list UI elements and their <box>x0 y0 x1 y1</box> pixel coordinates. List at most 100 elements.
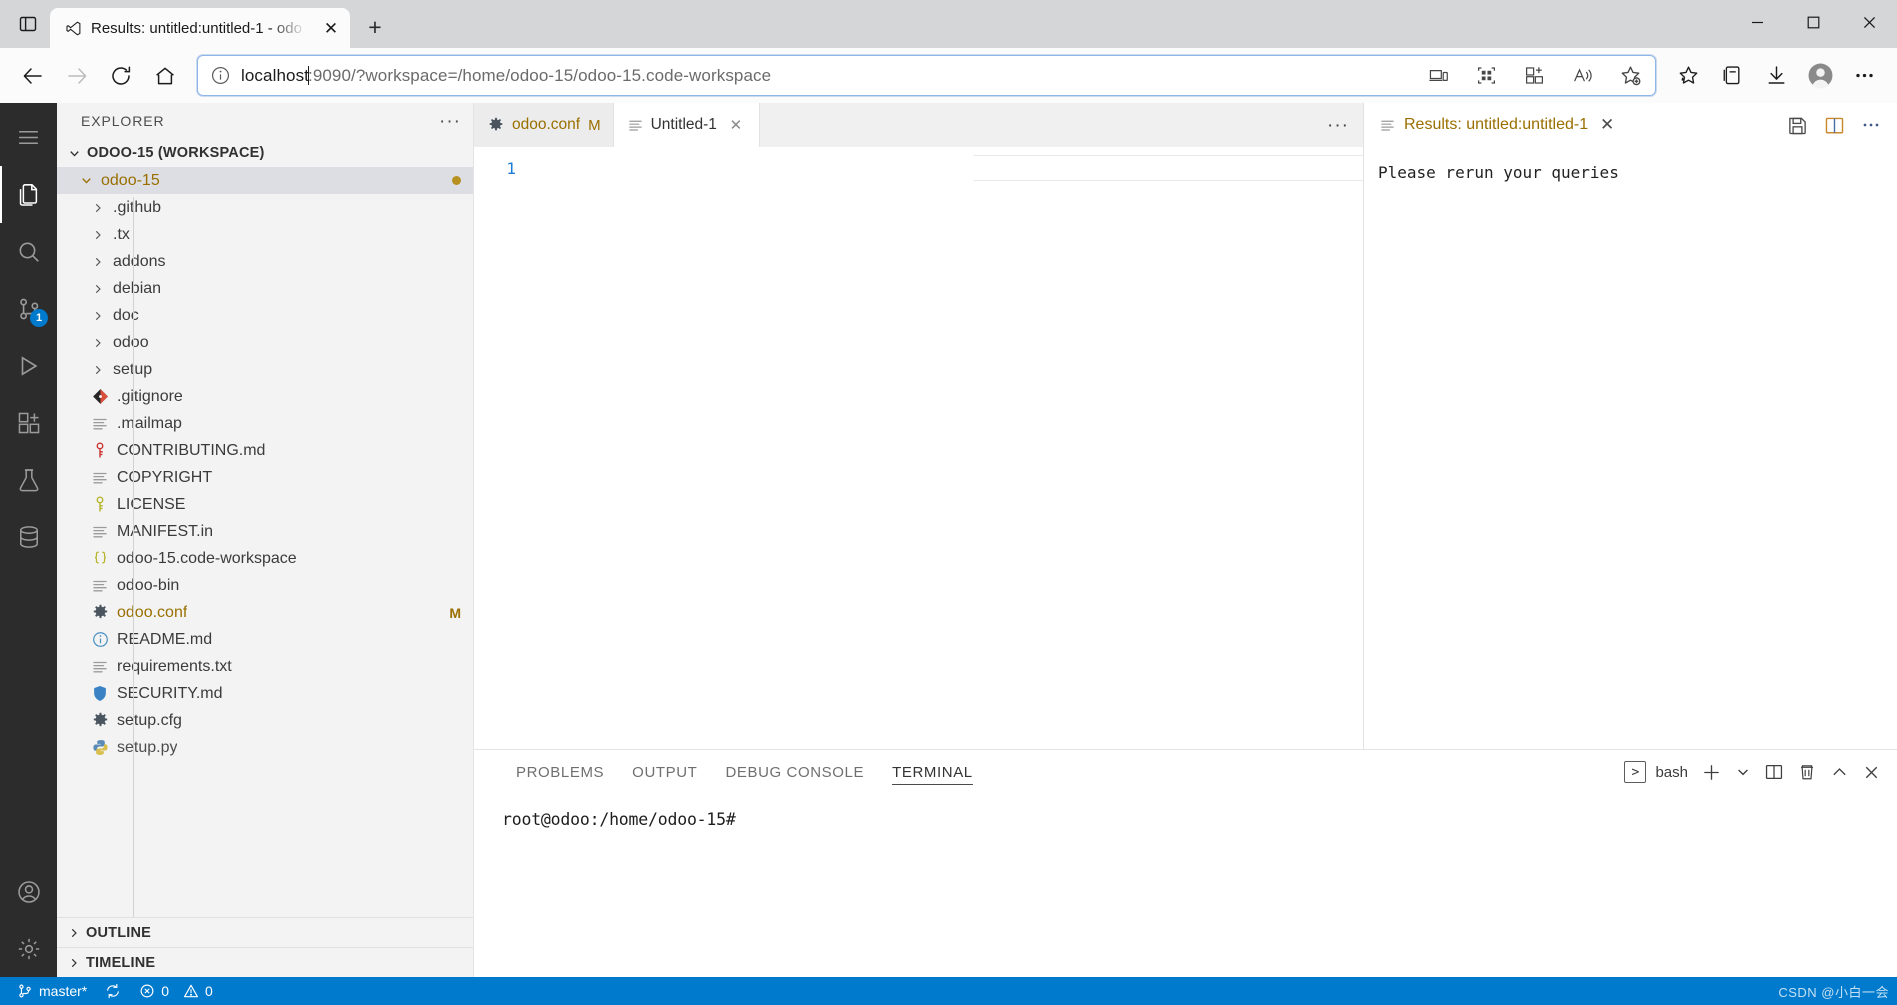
tree-row-file[interactable]: COPYRIGHT <box>57 464 473 491</box>
chevron-right-icon[interactable] <box>90 282 106 296</box>
home-icon[interactable] <box>144 55 186 97</box>
sidebar-item-run-debug[interactable] <box>0 337 57 394</box>
close-icon[interactable]: ✕ <box>725 114 747 136</box>
cast-device-icon[interactable] <box>1419 59 1457 93</box>
source-control-badge: 1 <box>30 309 48 327</box>
tree-row-file[interactable]: CONTRIBUTING.md <box>57 437 473 464</box>
save-icon[interactable] <box>1787 115 1808 136</box>
maximize-panel-icon[interactable] <box>1830 763 1849 782</box>
timeline-section-header[interactable]: TIMELINE <box>57 947 473 977</box>
tab-untitled-1[interactable]: Untitled-1 ✕ <box>613 103 760 147</box>
kill-terminal-icon[interactable] <box>1797 762 1817 782</box>
file-status-badge: M <box>449 604 461 621</box>
tree-row-folder[interactable]: .github <box>57 194 473 221</box>
split-screen-icon[interactable] <box>1467 59 1505 93</box>
close-window-button[interactable] <box>1841 0 1897 44</box>
split-editor-icon[interactable] <box>1824 115 1845 136</box>
outline-section-header[interactable]: OUTLINE <box>57 917 473 947</box>
address-bar-url[interactable]: localhost:9090/?workspace=/home/odoo-15/… <box>241 65 1409 86</box>
chevron-right-icon[interactable] <box>90 363 106 377</box>
tree-row-file[interactable]: requirements.txt <box>57 653 473 680</box>
read-aloud-icon[interactable] <box>1563 59 1601 93</box>
new-tab-button[interactable]: + <box>358 10 392 44</box>
split-terminal-icon[interactable] <box>1764 762 1784 782</box>
editor-more-icon[interactable]: ··· <box>1327 116 1349 135</box>
file-tree[interactable]: ODOO-15 (WORKSPACE) odoo-15 .github .tx … <box>57 139 473 917</box>
maximize-button[interactable] <box>1785 0 1841 44</box>
chevron-down-icon[interactable] <box>78 173 94 188</box>
tree-row-folder[interactable]: doc <box>57 302 473 329</box>
close-icon[interactable]: ✕ <box>1594 112 1620 138</box>
tree-row-folder[interactable]: .tx <box>57 221 473 248</box>
tree-row-root-folder[interactable]: odoo-15 <box>57 167 473 194</box>
accounts-icon[interactable] <box>0 863 57 920</box>
minimize-button[interactable] <box>1729 0 1785 44</box>
add-favorite-icon[interactable] <box>1611 59 1649 93</box>
tree-row-file[interactable]: setup.py <box>57 734 473 761</box>
tab-terminal[interactable]: TERMINAL <box>878 750 987 794</box>
tree-row-folder[interactable]: debian <box>57 275 473 302</box>
sidebar-item-testing[interactable] <box>0 451 57 508</box>
tab-actions-icon[interactable] <box>6 2 50 46</box>
status-problems[interactable]: 0 0 <box>130 977 222 1005</box>
sidebar-item-explorer[interactable] <box>0 166 57 223</box>
code-editor[interactable]: 1 <box>474 147 1363 749</box>
tab-odoo-conf[interactable]: odoo.conf M <box>474 103 614 147</box>
close-panel-icon[interactable] <box>1862 763 1881 782</box>
tree-row-file[interactable]: SECURITY.md <box>57 680 473 707</box>
close-icon[interactable]: ✕ <box>318 15 344 41</box>
tree-row-file[interactable]: LICENSE <box>57 491 473 518</box>
downloads-icon[interactable] <box>1755 55 1797 97</box>
tree-row-file[interactable]: MANIFEST.in <box>57 518 473 545</box>
tab-output[interactable]: OUTPUT <box>618 750 711 794</box>
more-icon[interactable] <box>1861 115 1881 135</box>
terminal-dropdown-icon[interactable] <box>1735 764 1751 780</box>
sidebar-item-source-control[interactable]: 1 <box>0 280 57 337</box>
tree-row-file[interactable]: .gitignore <box>57 383 473 410</box>
add-app-icon[interactable] <box>1515 59 1553 93</box>
results-body: Please rerun your queries <box>1364 147 1897 749</box>
workspace-section-header[interactable]: ODOO-15 (WORKSPACE) <box>57 139 473 167</box>
tree-row-folder[interactable]: addons <box>57 248 473 275</box>
profile-icon[interactable] <box>1799 55 1841 97</box>
tree-row-file[interactable]: odoo-bin <box>57 572 473 599</box>
terminal-selector[interactable]: > bash <box>1624 761 1688 783</box>
status-branch[interactable]: master* <box>8 977 96 1005</box>
text-file-icon <box>90 659 110 675</box>
sidebar-item-database[interactable] <box>0 508 57 565</box>
tree-row-file[interactable]: README.md <box>57 626 473 653</box>
back-arrow-icon[interactable] <box>12 55 54 97</box>
chevron-right-icon[interactable] <box>90 336 106 350</box>
chevron-right-icon <box>67 956 81 970</box>
chevron-right-icon[interactable] <box>90 309 106 323</box>
address-bar[interactable]: localhost:9090/?workspace=/home/odoo-15/… <box>197 55 1656 96</box>
browser-tab[interactable]: Results: untitled:untitled-1 - odo ✕ <box>50 8 350 48</box>
tree-row-file[interactable]: odoo-15.code-workspace <box>57 545 473 572</box>
editor-groups: odoo.conf M Untitled-1 ✕ ··· 1 Results: … <box>474 103 1897 749</box>
tree-row-folder[interactable]: odoo <box>57 329 473 356</box>
tree-row-file[interactable]: .mailmap <box>57 410 473 437</box>
chevron-right-icon[interactable] <box>90 255 106 269</box>
results-title-group[interactable]: Results: untitled:untitled-1 <box>1380 116 1588 134</box>
info-circle-icon[interactable] <box>210 65 231 86</box>
sidebar-sections: OUTLINE TIMELINE <box>57 917 473 977</box>
hamburger-icon[interactable] <box>0 109 57 166</box>
tree-row-file-odoo-conf[interactable]: odoo.conf M <box>57 599 473 626</box>
new-terminal-icon[interactable] <box>1701 762 1722 783</box>
manage-gear-icon[interactable] <box>0 920 57 977</box>
tab-debug-console[interactable]: DEBUG CONSOLE <box>711 750 878 794</box>
tree-row-folder[interactable]: setup <box>57 356 473 383</box>
settings-more-icon[interactable] <box>1843 55 1885 97</box>
status-sync[interactable] <box>96 977 130 1005</box>
terminal-body[interactable]: root@odoo:/home/odoo-15# <box>474 794 1897 977</box>
sidebar-item-search[interactable] <box>0 223 57 280</box>
chevron-right-icon[interactable] <box>90 201 106 215</box>
tree-row-file[interactable]: setup.cfg <box>57 707 473 734</box>
tab-problems[interactable]: PROBLEMS <box>502 750 618 794</box>
collections-icon[interactable] <box>1711 55 1753 97</box>
chevron-right-icon[interactable] <box>90 228 106 242</box>
reload-icon[interactable] <box>100 55 142 97</box>
explorer-more-icon[interactable]: ··· <box>439 112 461 131</box>
sidebar-item-extensions[interactable] <box>0 394 57 451</box>
favorites-star-icon[interactable] <box>1667 55 1709 97</box>
